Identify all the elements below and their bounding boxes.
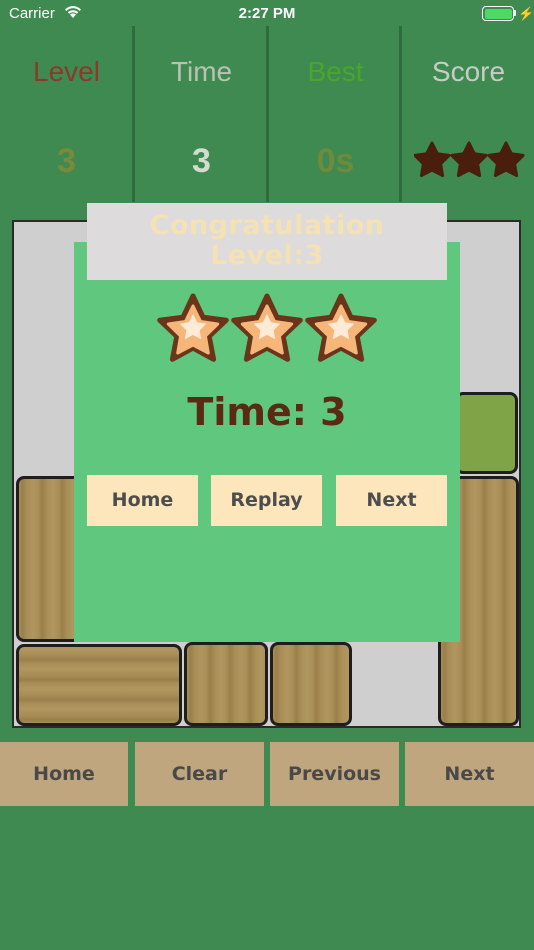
- time-stat: Time 3: [135, 26, 268, 202]
- dialog-title: Congratulation Level:3: [87, 203, 447, 280]
- score-star-icon: [414, 141, 451, 178]
- wood-block[interactable]: [270, 642, 352, 726]
- previous-button[interactable]: Previous: [270, 742, 399, 806]
- earned-star-icon: [157, 293, 229, 362]
- level-label: Level: [33, 56, 100, 87]
- earned-star-icon: [231, 293, 303, 362]
- score-stat: Score: [402, 26, 534, 202]
- level-value: 3: [57, 142, 76, 180]
- time-label: Time: [170, 56, 233, 87]
- dialog-next-button[interactable]: Next: [336, 475, 447, 526]
- charging-icon: ⚡: [518, 6, 534, 21]
- target-block[interactable]: [455, 392, 518, 474]
- score-label: Score: [431, 56, 506, 87]
- best-value: 0s: [316, 142, 355, 180]
- stats-header: Level 3 Time 3 Best 0s Score: [0, 26, 534, 202]
- clear-button[interactable]: Clear: [135, 742, 264, 806]
- dialog-title-line1: Congratulation: [149, 210, 385, 241]
- level-stat: Level 3: [0, 26, 133, 202]
- next-button[interactable]: Next: [405, 742, 534, 806]
- dialog-title-line2: Level:3: [210, 240, 324, 271]
- best-stat: Best 0s: [269, 26, 402, 202]
- dialog-time: Time: 3: [187, 390, 347, 434]
- score-star-icon: [487, 141, 525, 178]
- wood-block[interactable]: [16, 644, 182, 726]
- earned-star-icon: [305, 293, 377, 362]
- earned-stars: [157, 293, 377, 362]
- home-button[interactable]: Home: [0, 742, 128, 806]
- battery-icon: [482, 6, 514, 21]
- score-stars: [414, 141, 525, 178]
- clock-label: 2:27 PM: [238, 5, 296, 22]
- dialog-home-button[interactable]: Home: [87, 475, 198, 526]
- time-value: 3: [192, 142, 211, 180]
- battery-tip: [514, 10, 516, 16]
- dialog-replay-button[interactable]: Replay: [211, 475, 322, 526]
- best-label: Best: [307, 56, 364, 87]
- score-star-icon: [450, 141, 488, 178]
- status-bar: Carrier 2:27 PM ⚡: [0, 0, 534, 28]
- wood-block[interactable]: [184, 642, 268, 726]
